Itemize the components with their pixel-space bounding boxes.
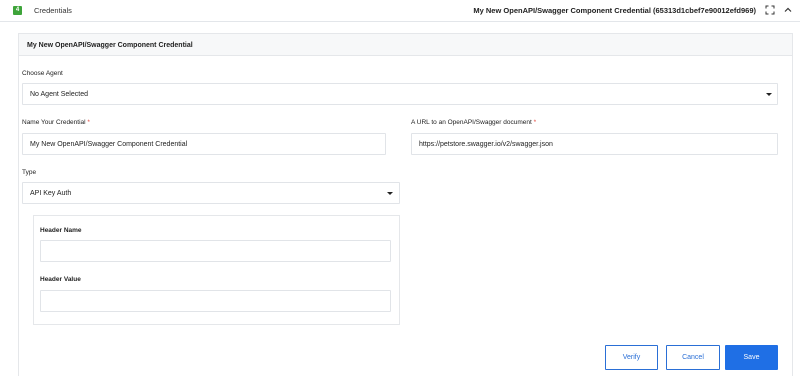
caret-down-icon bbox=[766, 93, 772, 96]
type-value: API Key Auth bbox=[30, 190, 72, 197]
credential-name-label-text: Name Your Credential bbox=[22, 119, 86, 126]
step-badge: 4 bbox=[13, 6, 22, 15]
choose-agent-value: No Agent Selected bbox=[30, 91, 88, 98]
choose-agent-label: Choose Agent bbox=[22, 70, 63, 77]
choose-agent-select[interactable]: No Agent Selected bbox=[22, 83, 778, 105]
credentials-header[interactable]: 4 Credentials My New OpenAPI/Swagger Com… bbox=[0, 0, 800, 22]
header-name-input[interactable] bbox=[40, 240, 391, 262]
save-button[interactable]: Save bbox=[725, 345, 778, 370]
required-mark: * bbox=[533, 119, 537, 126]
header-value-input[interactable] bbox=[40, 290, 391, 312]
swagger-url-input[interactable]: https://petstore.swagger.io/v2/swagger.j… bbox=[411, 133, 778, 155]
panel-title: My New OpenAPI/Swagger Component Credent… bbox=[27, 42, 193, 49]
header-value-label: Header Value bbox=[40, 276, 81, 283]
credential-name-input[interactable]: My New OpenAPI/Swagger Component Credent… bbox=[22, 133, 386, 155]
header-name-label: Header Name bbox=[40, 227, 82, 234]
credential-title: My New OpenAPI/Swagger Component Credent… bbox=[473, 6, 756, 15]
credential-name-value: My New OpenAPI/Swagger Component Credent… bbox=[30, 141, 188, 148]
expand-icon[interactable] bbox=[765, 5, 775, 15]
verify-button[interactable]: Verify bbox=[605, 345, 658, 370]
type-select[interactable]: API Key Auth bbox=[22, 182, 400, 204]
auth-settings-box: Header Name Header Value bbox=[33, 215, 400, 325]
swagger-url-label: A URL to an OpenAPI/Swagger document * bbox=[411, 118, 536, 127]
section-label: Credentials bbox=[34, 6, 72, 15]
caret-down-icon bbox=[387, 192, 393, 195]
credential-name-label: Name Your Credential * bbox=[22, 118, 90, 127]
swagger-url-value: https://petstore.swagger.io/v2/swagger.j… bbox=[419, 141, 553, 148]
chevron-up-icon[interactable] bbox=[783, 5, 793, 15]
panel-header: My New OpenAPI/Swagger Component Credent… bbox=[19, 34, 792, 56]
required-mark: * bbox=[87, 119, 90, 126]
type-label: Type bbox=[22, 169, 37, 176]
swagger-url-label-text: A URL to an OpenAPI/Swagger document bbox=[411, 119, 532, 126]
credential-panel: My New OpenAPI/Swagger Component Credent… bbox=[18, 33, 793, 376]
cancel-button[interactable]: Cancel bbox=[666, 345, 720, 370]
